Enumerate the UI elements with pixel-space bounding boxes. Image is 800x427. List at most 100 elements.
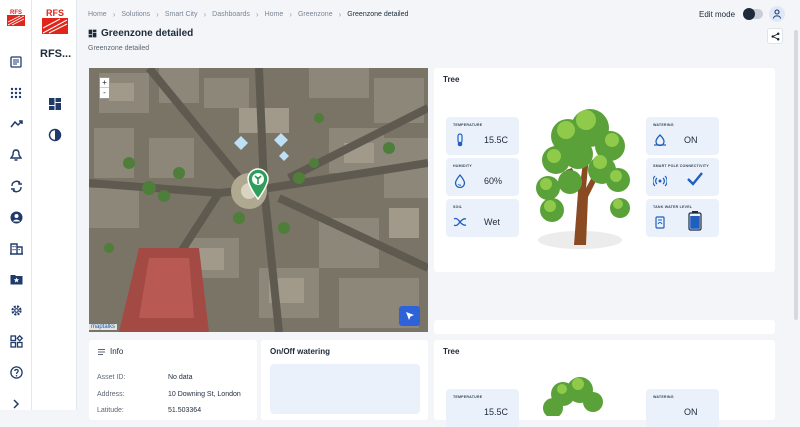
soil-label: SOIL (453, 205, 463, 209)
rail-logo-text: RFS (10, 10, 22, 16)
breadcrumb-item-smart-city[interactable]: Smart City (165, 11, 198, 18)
temperature-value: 15.5C (484, 407, 509, 417)
sidebar-title: RFS... (40, 48, 72, 60)
connectivity-label: SMART POLE CONNECTIVITY (653, 164, 709, 168)
watering-tile: WATERING ON (646, 117, 719, 155)
chevron-right-icon: › (203, 10, 207, 19)
temperature-label: TEMPERATURE (453, 123, 483, 127)
building-icon[interactable] (8, 240, 24, 256)
toggle-knob (743, 8, 755, 20)
edit-mode-toggle[interactable] (743, 8, 763, 20)
dashboard-grid-icon[interactable] (48, 97, 62, 111)
info-key: Latitude: (97, 407, 124, 414)
map-zoom-control: + - (99, 77, 110, 99)
cursor-arrow-icon (405, 312, 414, 320)
info-value: No data (168, 374, 193, 381)
breadcrumb-item-solutions[interactable]: Solutions (121, 11, 150, 18)
sub-logo-text: RFS (46, 8, 64, 18)
empty-panel-strip (434, 320, 775, 334)
breadcrumb-item-greenzone[interactable]: Greenzone (298, 11, 333, 18)
chevron-right-icon: › (112, 10, 116, 19)
info-key: Asset ID: (97, 374, 126, 381)
top-bar: Home › Solutions › Smart City › Dashboards ›… (77, 0, 800, 28)
trend-icon[interactable] (8, 116, 24, 132)
zoom-in-button[interactable]: + (100, 78, 109, 88)
temperature-tile: TEMPERATURE 15.5C (446, 117, 519, 155)
map-imagery (89, 68, 428, 332)
temperature-value: 15.5C (484, 135, 509, 145)
help-icon[interactable] (8, 364, 24, 380)
watering-panel-title: On/Off watering (270, 347, 330, 356)
map-navigate-button[interactable] (399, 306, 420, 326)
page-title: Greenzone detailed (88, 28, 193, 39)
watering-label: WATERING (653, 395, 674, 399)
chevron-right-icon: › (156, 10, 159, 19)
page-title-text: Greenzone detailed (101, 28, 194, 39)
share-icon (771, 32, 779, 40)
breadcrumb-item-current: Greenzone detailed (347, 11, 409, 18)
tank-water-level-tile: TANK WATER LEVEL (646, 199, 719, 237)
humidity-icon (452, 173, 468, 189)
tree-panel-2-title: Tree (443, 347, 460, 356)
connectivity-icon (652, 173, 668, 189)
edit-mode-label: Edit mode (699, 10, 736, 19)
tree-panel-title: Tree (443, 75, 460, 84)
watering-tile: WATERING ON (646, 389, 719, 427)
chevron-right-icon: › (338, 10, 342, 19)
contrast-icon[interactable] (48, 128, 62, 142)
account-button[interactable] (769, 6, 785, 22)
list-icon (98, 349, 105, 355)
watering-control-area[interactable] (270, 364, 420, 414)
settings-icon[interactable] (8, 302, 24, 318)
share-button[interactable] (767, 28, 783, 44)
thermometer-icon (452, 132, 468, 148)
smart-pole-connectivity-tile: SMART POLE CONNECTIVITY (646, 158, 719, 196)
breadcrumb-item-home[interactable]: Home (88, 11, 107, 18)
watering-icon (652, 132, 668, 148)
info-value: 10 Downing St, London (168, 391, 241, 398)
humidity-value: 60% (484, 176, 503, 186)
tree-illustration (536, 109, 630, 249)
tank-level-indicator (688, 211, 702, 231)
humidity-tile: HUMIDITY 60% (446, 158, 519, 196)
tree-illustration (543, 377, 603, 416)
breadcrumb-item-dashboards[interactable]: Dashboards (212, 11, 250, 18)
info-value: 51.503364 (168, 407, 202, 414)
info-key: Address: (97, 391, 125, 398)
breadcrumb-item-home-2[interactable]: Home (265, 11, 284, 18)
main-nav-rail: RFS (0, 0, 32, 410)
sync-icon[interactable] (8, 178, 24, 194)
info-panel-title: Info (110, 347, 124, 356)
connected-check-icon (687, 172, 703, 186)
watering-value: ON (684, 407, 698, 417)
temperature-tile: TEMPERATURE 15.5C (446, 389, 519, 427)
satellite-map[interactable] (89, 68, 428, 332)
assets-icon[interactable] (8, 54, 24, 70)
alarm-bell-icon[interactable] (8, 147, 24, 163)
secondary-sidebar: RFS RFS... (32, 0, 77, 410)
page-scrollbar[interactable] (794, 30, 798, 320)
star-folder-icon[interactable] (8, 271, 24, 287)
tank-label: TANK WATER LEVEL (653, 205, 693, 209)
breadcrumb: Home › Solutions › Smart City › Dashboards ›… (88, 10, 408, 19)
rfs-logo[interactable]: RFS (40, 6, 70, 36)
map-attribution[interactable]: maptalks (89, 324, 118, 330)
soil-value: Wet (484, 217, 500, 227)
watering-panel: On/Off watering (261, 340, 428, 420)
humidity-label: HUMIDITY (453, 164, 472, 168)
temperature-label: TEMPERATURE (453, 395, 483, 399)
tree-panel: Tree TEMPERATURE 15.5C HUMIDITY 60% SOIL… (434, 68, 775, 272)
map-marker-icon[interactable] (246, 168, 270, 200)
widgets-icon[interactable] (8, 333, 24, 349)
user-circle-icon[interactable] (8, 209, 24, 225)
chevron-right-icon: › (289, 10, 292, 19)
page-subtitle: Greenzone detailed (88, 45, 150, 52)
tree-panel-2: Tree TEMPERATURE 15.5C WATERING ON (434, 340, 775, 427)
user-icon (772, 9, 782, 19)
soil-icon (452, 214, 468, 230)
info-panel: Info Asset ID: No data Address: 10 Downing… (89, 340, 257, 420)
zoom-out-button[interactable]: - (100, 88, 109, 98)
apps-icon[interactable] (8, 85, 24, 101)
watering-label: WATERING (653, 123, 674, 127)
rfs-logo[interactable]: RFS (6, 8, 26, 28)
